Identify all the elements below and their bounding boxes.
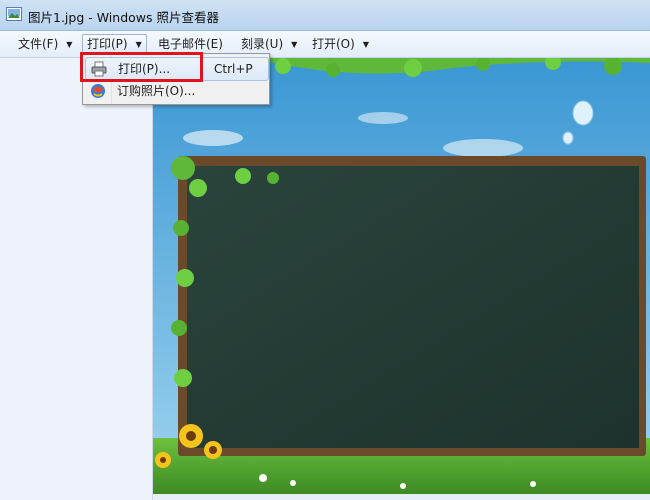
menu-item-print-shortcut: Ctrl+P xyxy=(214,62,253,76)
menu-item-order-prints-label: 订购照片(O)... xyxy=(117,84,196,98)
menu-email-label: 电子邮件(E) xyxy=(158,37,223,51)
left-pane xyxy=(0,58,153,500)
menu-file-label: 文件(F) xyxy=(18,37,59,51)
photo-image xyxy=(153,58,650,494)
menu-email[interactable]: 电子邮件(E) xyxy=(154,35,227,53)
menu-open[interactable]: 打开(O) ▼ xyxy=(308,35,373,53)
highlight-annotation xyxy=(80,52,203,82)
order-prints-icon xyxy=(91,84,105,98)
chevron-down-icon: ▼ xyxy=(362,39,369,49)
menu-burn-label: 刻录(U) xyxy=(241,37,284,51)
menu-file[interactable]: 文件(F) ▼ xyxy=(14,35,76,53)
menu-print-label: 打印(P) xyxy=(87,37,128,51)
menu-print[interactable]: 打印(P) ▼ xyxy=(82,34,147,54)
window-title: 图片1.jpg - Windows 照片查看器 xyxy=(28,10,219,25)
photo-display xyxy=(153,58,650,494)
chevron-down-icon: ▼ xyxy=(66,39,73,49)
menu-open-label: 打开(O) xyxy=(312,37,355,51)
menu-item-order-prints[interactable]: 订购照片(O)... xyxy=(85,80,267,102)
chevron-down-icon: ▼ xyxy=(135,39,142,49)
title-bar: 图片1.jpg - Windows 照片查看器 xyxy=(0,0,650,31)
photo-viewer-app-icon xyxy=(6,7,22,21)
chevron-down-icon: ▼ xyxy=(291,39,298,49)
menu-burn[interactable]: 刻录(U) ▼ xyxy=(237,35,301,53)
